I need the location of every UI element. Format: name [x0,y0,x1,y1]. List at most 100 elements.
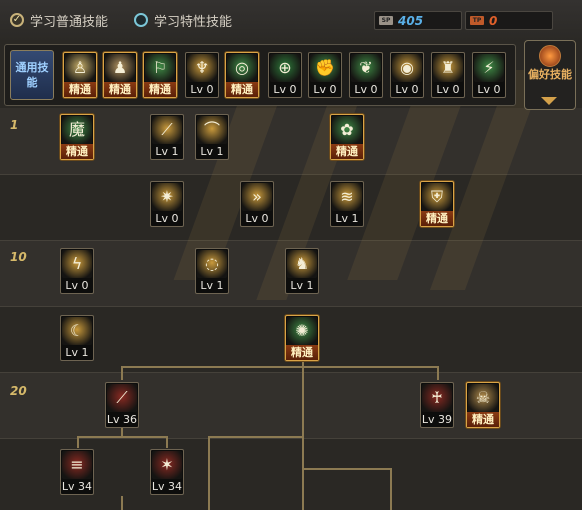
whirl-icon-glyph: ◌ [205,254,219,273]
crosshair-icon: ⊕ [270,54,300,82]
skill-slot[interactable]: ♟ 精通 [103,52,137,98]
skill-slot[interactable]: ♜ Lv 0 [431,52,465,98]
tree-connector [208,436,210,510]
skill-slot[interactable]: ♆ Lv 0 [185,52,219,98]
red-claw-icon: ≡ [62,451,92,479]
skill-caption: Lv 1 [200,145,224,158]
skill-slot[interactable]: ⊕ Lv 0 [268,52,302,98]
skill-slot[interactable]: ☾ Lv 1 [60,315,94,361]
tree-connector [121,366,123,380]
tree-connector [77,436,167,438]
skill-caption: Lv 34 [151,480,183,493]
level-label-1: 1 [10,118,19,132]
sprout-icon: ✿ [332,116,362,144]
burst-icon: ✷ [152,183,182,211]
skill-caption: 精通 [226,82,258,97]
skill-slot[interactable]: 魔精通 [60,114,94,160]
tab-learn-special-label: 学习特性技能 [154,14,233,30]
shield-icon-glyph: ⛨ [430,187,443,206]
skill-slot[interactable]: » Lv 0 [240,181,274,227]
wings-icon-glyph: ♆ [194,58,210,77]
skill-slot[interactable]: ♰ Lv 39 [420,382,454,428]
sprout-icon-glyph: ✿ [340,120,354,139]
skill-slot[interactable]: ϟ Lv 0 [60,248,94,294]
skill-caption: Lv 0 [436,83,460,96]
beast-icon: ♞ [287,250,317,278]
red-rays-icon-glyph: ✶ [160,455,174,474]
person-sitting-icon-glyph: ♙ [72,58,88,77]
skill-slot[interactable]: ✶ Lv 34 [150,449,184,495]
arc-slash-icon: ⌒ [197,116,227,144]
tab-learn-normal[interactable]: ✓ 学习普通技能 [10,10,108,30]
sp-value: 405 [398,13,424,28]
red-rays-icon: ✶ [152,451,182,479]
skill-slot[interactable]: ⚡ Lv 0 [472,52,506,98]
skill-slot[interactable]: ⟋ Lv 1 [150,114,184,160]
skull-icon: ☠ [468,384,498,412]
runner-icon-glyph: ⚡ [483,58,495,77]
skill-slot[interactable]: ◉ Lv 0 [390,52,424,98]
run-icon: ⚐ [145,54,175,82]
skill-slot[interactable]: ⛨ 精通 [420,181,454,227]
red-slash-icon: ⟋ [107,384,137,412]
skill-caption: Lv 0 [313,83,337,96]
skill-slot[interactable]: ≋ Lv 1 [330,181,364,227]
beast-icon-glyph: ♞ [294,254,310,273]
tree-connector [437,366,439,380]
skill-slot[interactable]: ⟋ Lv 36 [105,382,139,428]
red-claw-icon-glyph: ≡ [70,455,84,474]
leaf-icon: ❦ [351,54,381,82]
skill-slot[interactable]: ❦ Lv 0 [349,52,383,98]
leaf-icon-glyph: ❦ [359,58,373,77]
crescent-icon-glyph: ☾ [69,321,85,340]
lightning-icon-glyph: ϟ [71,254,83,273]
skill-slot[interactable]: ✺ 精通 [285,315,319,361]
skill-slot[interactable]: ◎ 精通 [225,52,259,98]
slash-icon: ⟋ [152,116,182,144]
lightning-icon: ϟ [62,250,92,278]
skill-caption: Lv 36 [106,413,138,426]
level-label-20: 20 [10,384,27,398]
target-icon-glyph: ◎ [235,58,249,77]
red-figure-icon: ♰ [422,384,452,412]
skill-caption: Lv 1 [335,212,359,225]
skill-caption: Lv 0 [155,212,179,225]
slash-icon-glyph: ⟋ [161,120,173,139]
skill-slot[interactable]: ✊ Lv 0 [308,52,342,98]
red-figure-icon-glyph: ♰ [431,388,443,407]
demon-icon-glyph: 魔 [68,120,85,139]
skill-slot[interactable]: ♞ Lv 1 [285,248,319,294]
arm-icon-glyph: ✊ [315,58,335,77]
skill-caption: Lv 1 [155,145,179,158]
skill-caption: 精通 [467,412,499,427]
skill-slot[interactable]: ✿ 精通 [330,114,364,160]
skill-caption: 精通 [331,144,363,159]
skill-slot[interactable]: ≡ Lv 34 [60,449,94,495]
chevrons-icon: » [242,183,272,211]
skill-slot[interactable]: ✷ Lv 0 [150,181,184,227]
warrior-icon: ♜ [433,54,463,82]
skill-slot[interactable]: ☠ 精通 [466,382,500,428]
preferred-skills-button[interactable]: 偏好技能 [524,40,576,110]
tp-icon: TP [470,16,484,25]
person-sitting-icon: ♙ [65,54,95,82]
eye-icon-glyph: ◉ [400,58,414,77]
skill-slot[interactable]: ⚐ 精通 [143,52,177,98]
skill-caption: Lv 0 [477,83,501,96]
burst-icon-glyph: ✷ [160,187,174,206]
person-kneel-icon: ♟ [105,54,135,82]
tab-learn-special[interactable]: 学习特性技能 [134,10,232,30]
chevron-down-icon [541,97,557,105]
skill-caption: Lv 0 [273,83,297,96]
sp-counter: SP 405 [374,11,462,30]
skill-slot[interactable]: ♙ 精通 [63,52,97,98]
skill-slot[interactable]: ◌ Lv 1 [195,248,229,294]
skill-caption: Lv 34 [61,480,93,493]
skull-icon-glyph: ☠ [475,388,491,407]
skill-caption: 精通 [286,345,318,360]
checkbox-icon: ✓ [10,13,24,27]
tree-connector [208,436,303,438]
tab-learn-normal-label: 学习普通技能 [30,14,109,30]
demon-icon: 魔 [62,116,92,144]
skill-slot[interactable]: ⌒ Lv 1 [195,114,229,160]
